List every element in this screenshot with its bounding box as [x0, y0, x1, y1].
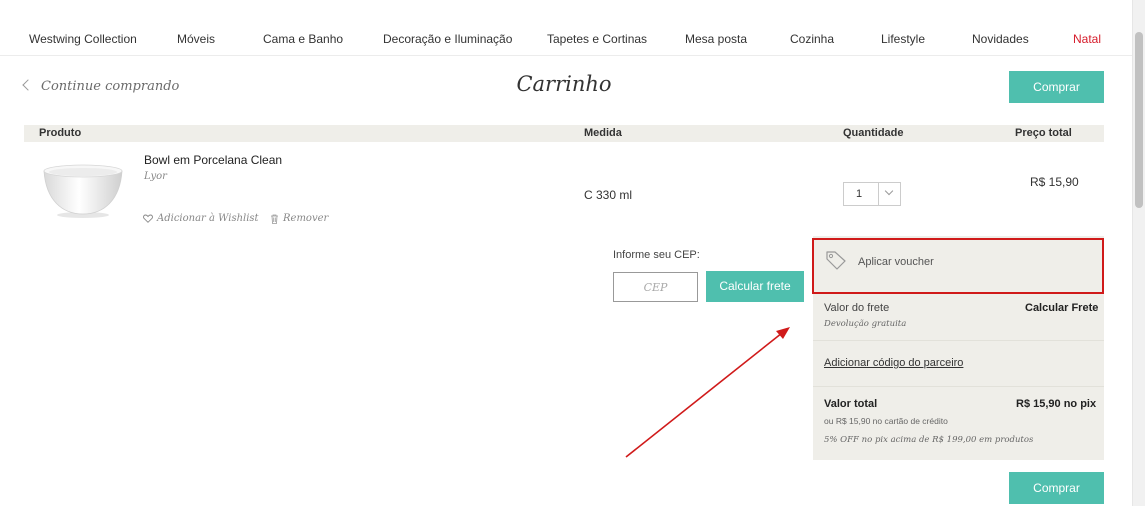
- summary-divider: [813, 340, 1104, 341]
- cart-table-header: Produto Medida Quantidade Preço total: [24, 125, 1104, 142]
- buy-button-top[interactable]: Comprar: [1009, 71, 1104, 103]
- remove-item-button[interactable]: Remover: [270, 213, 328, 224]
- remove-label: Remover: [283, 213, 329, 224]
- scrollbar-thumb[interactable]: [1135, 32, 1143, 208]
- trash-icon: [271, 214, 278, 224]
- nav-item-novidades[interactable]: Novidades: [972, 32, 1029, 46]
- add-to-wishlist-button[interactable]: Adicionar à Wishlist: [143, 213, 259, 224]
- product-total-price: R$ 15,90: [1030, 175, 1079, 189]
- freight-label: Valor do frete: [824, 302, 890, 314]
- calculate-freight-button[interactable]: Calcular frete: [706, 271, 804, 302]
- page-scrollbar[interactable]: [1132, 0, 1145, 506]
- add-partner-code-link[interactable]: Adicionar código do parceiro: [824, 357, 963, 369]
- quantity-divider: [878, 183, 879, 205]
- nav-item-cozinha[interactable]: Cozinha: [790, 32, 834, 46]
- product-brand: Lyor: [144, 171, 167, 182]
- quantity-value: 1: [856, 188, 863, 200]
- heart-icon: [143, 214, 153, 223]
- nav-item-mesa-posta[interactable]: Mesa posta: [685, 32, 747, 46]
- summary-divider: [813, 386, 1104, 387]
- cep-label: Informe seu CEP:: [613, 249, 700, 261]
- nav-item-decoracao[interactable]: Decoração e Iluminação: [383, 32, 512, 46]
- nav-item-lifestyle[interactable]: Lifestyle: [881, 32, 925, 46]
- nav-item-tapetes[interactable]: Tapetes e Cortinas: [547, 32, 647, 46]
- page-title: Carrinho: [516, 72, 612, 96]
- main-nav: Westwing Collection Móveis Cama e Banho …: [0, 22, 1132, 56]
- voucher-highlight-box: [812, 238, 1104, 294]
- freight-calculate-link[interactable]: Calcular Frete: [1025, 302, 1098, 314]
- column-header-product: Produto: [39, 127, 82, 139]
- nav-item-westwing-collection[interactable]: Westwing Collection: [29, 32, 137, 46]
- nav-item-cama-e-banho[interactable]: Cama e Banho: [263, 32, 343, 46]
- returns-note: Devolução gratuita: [824, 319, 907, 329]
- cep-input[interactable]: [613, 272, 698, 302]
- credit-card-note: ou R$ 15,90 no cartão de crédito: [824, 416, 948, 426]
- product-size: C 330 ml: [584, 188, 633, 202]
- column-header-total-price: Preço total: [1015, 127, 1072, 139]
- quantity-select[interactable]: 1: [843, 182, 901, 206]
- chevron-down-icon: [884, 186, 894, 196]
- nav-item-moveis[interactable]: Móveis: [177, 32, 215, 46]
- column-header-quantity: Quantidade: [843, 127, 904, 139]
- total-label: Valor total: [824, 398, 878, 410]
- buy-button-bottom[interactable]: Comprar: [1009, 472, 1104, 504]
- nav-item-natal[interactable]: Natal: [1073, 32, 1101, 46]
- product-name[interactable]: Bowl em Porcelana Clean: [144, 153, 282, 167]
- total-value: R$ 15,90 no pix: [1016, 398, 1097, 410]
- pix-discount-note: 5% OFF no pix acima de R$ 199,00 em prod…: [824, 435, 1034, 445]
- wishlist-label: Adicionar à Wishlist: [157, 213, 259, 224]
- top-strip: [0, 0, 1132, 22]
- column-header-size: Medida: [584, 127, 622, 139]
- product-image[interactable]: [40, 160, 126, 220]
